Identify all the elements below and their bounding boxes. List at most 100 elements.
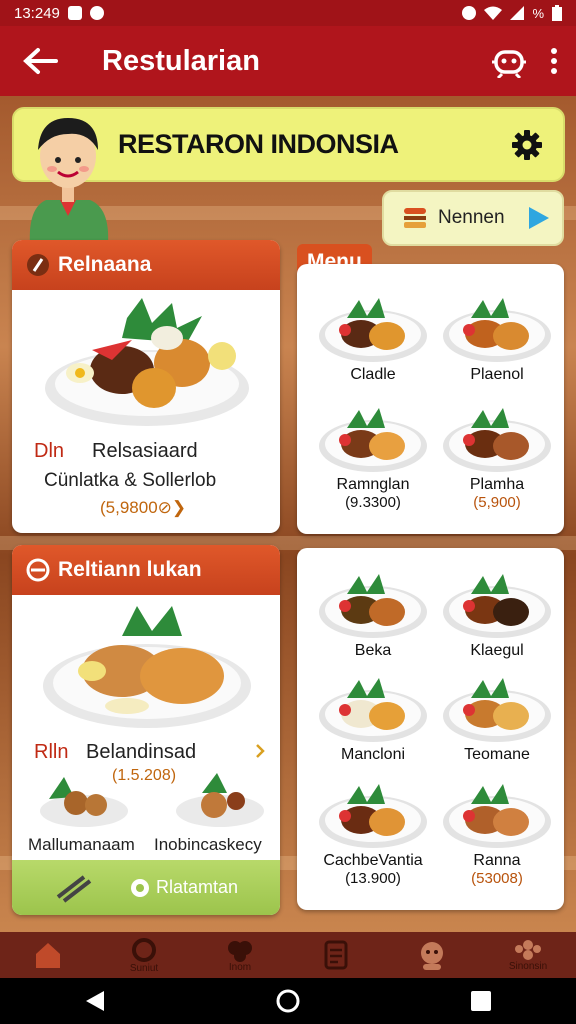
group-icon	[515, 939, 541, 960]
status-time: 13:249	[14, 4, 60, 22]
notification-icon	[67, 6, 82, 20]
menu-item[interactable]: Mancloni	[308, 672, 438, 764]
dish-image	[43, 606, 251, 728]
play-icon	[528, 207, 549, 229]
menu-item[interactable]: CachbeVantia (13.900)	[308, 778, 438, 887]
bottom-nav: Suniut Inom Sinonsin	[0, 932, 576, 978]
menu-item[interactable]: Plaenol	[432, 292, 562, 384]
nav-label: Suniut	[129, 962, 159, 974]
dish-icon	[228, 940, 252, 962]
burger-icon	[404, 208, 426, 228]
system-nav-bar	[0, 978, 576, 1024]
menu-item-image	[443, 574, 551, 638]
avatar-icon	[421, 942, 443, 970]
settings-icon	[132, 937, 156, 962]
card-header-title: Relnaana	[58, 253, 152, 276]
footer-label: Rlatamtan	[155, 877, 239, 897]
menu-item[interactable]: Plamha (5,900)	[432, 402, 562, 511]
chevron-right-icon[interactable]	[255, 743, 265, 759]
dish-name: Belandinsad	[86, 741, 197, 763]
mascot-illustration	[29, 118, 109, 244]
system-home-icon[interactable]	[275, 988, 301, 1014]
utensils-icon	[56, 874, 92, 903]
menu-item[interactable]: Teomane	[432, 672, 562, 764]
check-icon	[89, 6, 104, 20]
wifi-icon	[484, 6, 503, 20]
menu-item-name: Beka	[354, 642, 392, 659]
battery-percent: %	[532, 5, 544, 21]
banner-title: RESTARON INDONSIA	[118, 129, 399, 159]
menu-item-image	[443, 408, 551, 472]
menu-item-name: Teomane	[464, 746, 530, 763]
nav-label: Inom	[228, 961, 252, 973]
menu-item-price: (13.900)	[345, 870, 401, 887]
settings-badge-icon	[130, 878, 149, 897]
menu-item-image	[319, 408, 427, 472]
app-bar: Restularian	[0, 26, 576, 96]
more-vert-icon[interactable]	[550, 47, 558, 75]
menu-item[interactable]: Klaegul	[432, 568, 562, 660]
menu-item-name: CachbeVantia	[323, 852, 423, 869]
menu-item-name: Cladle	[350, 366, 396, 383]
signal-icon	[510, 6, 525, 20]
back-arrow-icon	[23, 48, 58, 74]
menu-item-price: (5,900)	[473, 494, 521, 511]
menu-item-name: Mancloni	[340, 746, 406, 763]
featured-dish-card[interactable]: Relnaana Dln Relsasiaard Cünlatka & Soll…	[12, 240, 280, 533]
menu-item-image	[319, 574, 427, 638]
dish-name: Relsasiaard	[92, 440, 198, 462]
nav-label: Sinonsin	[508, 960, 548, 972]
dish-prefix: Dln	[34, 440, 65, 462]
card-header-title: Reltiann lukan	[58, 558, 202, 581]
list-icon	[324, 940, 348, 970]
menu-item-price: (9.3300)	[345, 494, 401, 511]
card-footer-bar[interactable]: Rlatamtan	[12, 860, 280, 915]
side-dish-name: Inobincaskecy	[154, 835, 262, 854]
menu-item[interactable]: Beka	[308, 568, 438, 660]
menu-button-label: Nennen	[438, 207, 505, 228]
spoon-icon	[27, 254, 49, 276]
battery-icon	[552, 5, 562, 21]
side-dish-image	[40, 777, 128, 827]
menu-item-price: (53008)	[471, 870, 523, 887]
menu-item-name: Ramnglan	[336, 476, 410, 493]
side-dish-name: Mallumanaam	[28, 835, 135, 854]
robot-icon[interactable]	[490, 44, 528, 78]
nav-home[interactable]	[8, 932, 88, 978]
menu-item[interactable]: Ramnglan (9.3300)	[308, 402, 438, 511]
dish-prefix: Rlln	[34, 741, 69, 763]
nav-dishes[interactable]: Inom	[200, 932, 280, 978]
alarm-icon	[462, 6, 477, 20]
menu-item-image	[319, 298, 427, 362]
plate-icon	[26, 558, 50, 582]
menu-item-image	[319, 678, 427, 742]
nav-orders[interactable]	[296, 932, 376, 978]
card-header: Reltiann lukan	[12, 545, 280, 595]
status-bar: 13:249 %	[0, 0, 576, 26]
card-header: Relnaana	[12, 240, 280, 290]
side-dish-image	[176, 773, 264, 827]
menu-item-name: Plamha	[469, 476, 525, 493]
menu-item-image	[443, 784, 551, 848]
menu-item[interactable]: Ranna (53008)	[432, 778, 562, 887]
home-icon	[36, 943, 60, 968]
menu-item[interactable]: Cladle	[308, 292, 438, 384]
menu-item-image	[443, 298, 551, 362]
dish-description: Cünlatka & Sollerlob	[44, 470, 217, 491]
nav-profile[interactable]	[392, 932, 472, 978]
nav-community[interactable]: Sinonsin	[488, 932, 568, 978]
nav-settings[interactable]: Suniut	[104, 932, 184, 978]
back-button[interactable]	[0, 26, 80, 96]
dish-image	[45, 298, 249, 426]
menu-item-image	[443, 678, 551, 742]
menu-item-image	[319, 784, 427, 848]
menu-item-name: Plaenol	[470, 366, 524, 383]
menu-item-name: Ranna	[473, 852, 521, 869]
gear-icon[interactable]	[511, 129, 543, 161]
menu-item-name: Klaegul	[470, 642, 524, 659]
app-title: Restularian	[102, 44, 260, 77]
dish-price: (5,9800⊘❯	[100, 498, 187, 517]
system-back-icon[interactable]	[84, 989, 106, 1013]
system-recents-icon[interactable]	[470, 990, 492, 1012]
menu-button[interactable]: Nennen	[382, 190, 564, 246]
